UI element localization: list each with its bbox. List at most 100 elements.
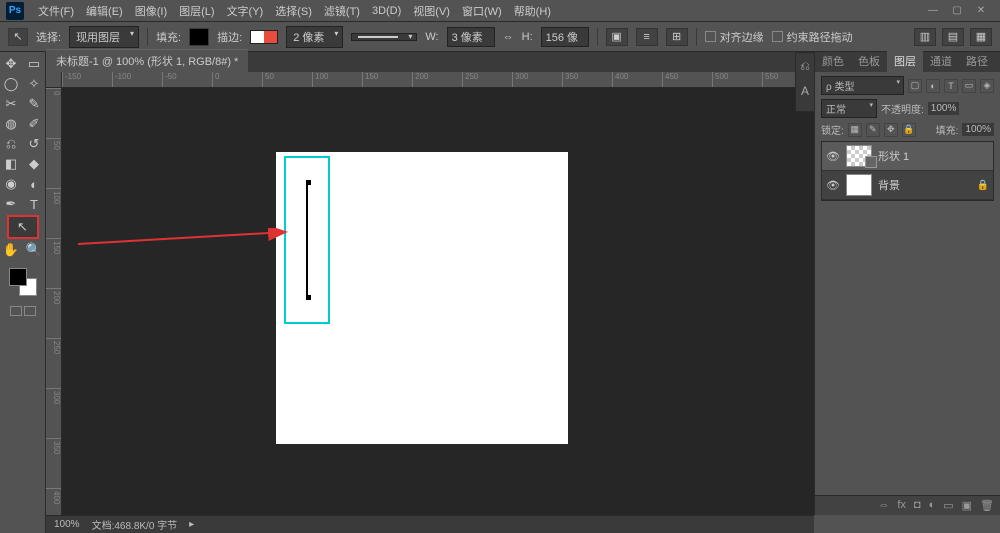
mask-icon[interactable]: ◘ <box>914 499 921 512</box>
new-layer-icon[interactable]: ▣ <box>962 499 972 512</box>
path-ops-button-3[interactable]: ⊞ <box>666 28 688 46</box>
history-brush-tool[interactable]: ↺ <box>23 134 46 154</box>
annotation-arrow <box>78 228 298 248</box>
layer-name[interactable]: 形状 1 <box>878 148 909 164</box>
layer-row-background[interactable]: 👁 背景 🔒 <box>822 171 993 200</box>
wand-tool[interactable]: ✧ <box>23 74 46 94</box>
menu-window[interactable]: 窗口(W) <box>456 1 508 21</box>
gradient-tool[interactable]: ◆ <box>23 154 46 174</box>
foreground-color[interactable] <box>9 268 27 286</box>
quickmask-icon[interactable] <box>10 306 22 316</box>
lock-all-icon[interactable]: 🔒 <box>902 123 916 137</box>
link-icon[interactable]: ⇔ <box>503 31 514 43</box>
tab-layers[interactable]: 图层 <box>887 50 923 72</box>
visibility-icon[interactable]: 👁 <box>826 150 840 163</box>
fill-swatch[interactable] <box>189 28 209 46</box>
layer-kind-dropdown[interactable]: ρ 类型 <box>821 76 904 95</box>
layer-thumbnail[interactable] <box>846 174 872 196</box>
eyedropper-tool[interactable]: ✎ <box>23 94 46 114</box>
brush-tool[interactable]: ✐ <box>23 114 46 134</box>
height-input[interactable]: 156 像 <box>541 27 589 47</box>
type-tool[interactable]: T <box>23 194 46 214</box>
move-tool[interactable]: ✥ <box>0 54 23 74</box>
anchor-bottom[interactable] <box>306 295 311 300</box>
lock-position-icon[interactable]: ✥ <box>884 123 898 137</box>
collapsed-panel-icons[interactable]: ⎌A <box>795 52 815 112</box>
align-edges-checkbox[interactable]: 对齐边缘 <box>705 29 764 45</box>
fill-opacity-value[interactable]: 100% <box>962 123 994 136</box>
lock-pixels-icon[interactable]: ✎ <box>866 123 880 137</box>
stroke-width-dropdown[interactable]: 2 像素 <box>286 26 343 48</box>
panel-button-1[interactable]: ▥ <box>914 28 936 46</box>
canvas-area[interactable]: -150-100-5005010015020025030035040045050… <box>46 72 814 515</box>
menu-select[interactable]: 选择(S) <box>269 1 318 21</box>
heal-tool[interactable]: ◍ <box>0 114 23 134</box>
lasso-tool[interactable]: ◯ <box>0 74 23 94</box>
tab-color[interactable]: 颜色 <box>815 50 851 72</box>
filter-type-icon[interactable]: T <box>944 79 958 93</box>
menu-edit[interactable]: 编辑(E) <box>80 1 129 21</box>
close-button[interactable]: ✕ <box>972 4 990 18</box>
lock-transparency-icon[interactable]: ▦ <box>848 123 862 137</box>
layer-thumbnail[interactable] <box>846 145 872 167</box>
color-swatches[interactable] <box>9 268 37 296</box>
tab-paths[interactable]: 路径 <box>959 50 995 72</box>
panel-button-3[interactable]: ▦ <box>970 28 992 46</box>
menu-layer[interactable]: 图层(L) <box>173 1 220 21</box>
eraser-tool[interactable]: ◧ <box>0 154 23 174</box>
blur-tool[interactable]: ◉ <box>0 174 23 194</box>
stamp-tool[interactable]: ⎌ <box>0 134 23 154</box>
adjustment-icon[interactable]: ◐ <box>929 499 936 512</box>
panel-tabs: 颜色 色板 图层 通道 路径 <box>815 52 1000 72</box>
path-selection-tool[interactable]: ↖ <box>8 216 38 238</box>
select-dropdown[interactable]: 现用图层 <box>69 26 139 48</box>
zoom-tool[interactable]: 🔍 <box>23 240 46 260</box>
history-icon[interactable]: ⎌ <box>800 59 810 74</box>
status-arrow[interactable]: ▸ <box>189 519 194 530</box>
anchor-top[interactable] <box>306 180 311 185</box>
menu-image[interactable]: 图像(I) <box>129 1 173 21</box>
tab-channels[interactable]: 通道 <box>923 50 959 72</box>
stroke-swatch[interactable] <box>250 30 278 44</box>
delete-layer-icon[interactable]: 🗑 <box>980 499 994 512</box>
menu-filter[interactable]: 滤镜(T) <box>318 1 366 21</box>
hand-tool[interactable]: ✋ <box>0 240 23 260</box>
dodge-tool[interactable]: ◐ <box>23 174 46 194</box>
filter-adjust-icon[interactable]: ◐ <box>926 79 940 93</box>
blend-mode-dropdown[interactable]: 正常 <box>821 99 877 118</box>
path-ops-button-1[interactable]: ▣ <box>606 28 628 46</box>
pen-tool[interactable]: ✒ <box>0 194 23 214</box>
zoom-level[interactable]: 100% <box>54 519 80 530</box>
tool-preset-icon[interactable]: ↖ <box>8 28 28 46</box>
filter-pixel-icon[interactable]: ▢ <box>908 79 922 93</box>
constrain-path-checkbox[interactable]: 约束路径拖动 <box>772 29 853 45</box>
opacity-value[interactable]: 100% <box>928 102 960 115</box>
stroke-style-dropdown[interactable] <box>351 33 417 41</box>
menu-type[interactable]: 文字(Y) <box>221 1 270 21</box>
minimize-button[interactable]: — <box>924 4 942 18</box>
char-icon[interactable]: A <box>801 84 809 98</box>
layer-row-shape1[interactable]: 👁 形状 1 <box>822 142 993 171</box>
line-shape[interactable] <box>306 182 308 298</box>
menu-3d[interactable]: 3D(D) <box>366 3 407 19</box>
fx-icon[interactable]: fx <box>897 499 906 512</box>
crop-tool[interactable]: ✂ <box>0 94 23 114</box>
layer-name[interactable]: 背景 <box>878 177 900 193</box>
filter-shape-icon[interactable]: ▭ <box>962 79 976 93</box>
path-ops-button-2[interactable]: ≡ <box>636 28 658 46</box>
menu-help[interactable]: 帮助(H) <box>508 1 557 21</box>
link-layers-icon[interactable]: ⇔ <box>878 499 889 512</box>
group-icon[interactable]: ▭ <box>943 499 953 512</box>
filter-smart-icon[interactable]: ◈ <box>980 79 994 93</box>
document-tab[interactable]: 未标题-1 @ 100% (形状 1, RGB/8#) * <box>46 49 248 72</box>
screenmode-icon[interactable] <box>24 306 36 316</box>
tab-swatches[interactable]: 色板 <box>851 50 887 72</box>
doc-info[interactable]: 文档:468.8K/0 字节 <box>92 517 178 532</box>
width-input[interactable]: 3 像素 <box>447 27 495 47</box>
menu-view[interactable]: 视图(V) <box>407 1 456 21</box>
panel-button-2[interactable]: ▤ <box>942 28 964 46</box>
marquee-tool[interactable]: ▭ <box>23 54 46 74</box>
maximize-button[interactable]: ▢ <box>948 4 966 18</box>
menu-file[interactable]: 文件(F) <box>32 1 80 21</box>
visibility-icon[interactable]: 👁 <box>826 179 840 192</box>
